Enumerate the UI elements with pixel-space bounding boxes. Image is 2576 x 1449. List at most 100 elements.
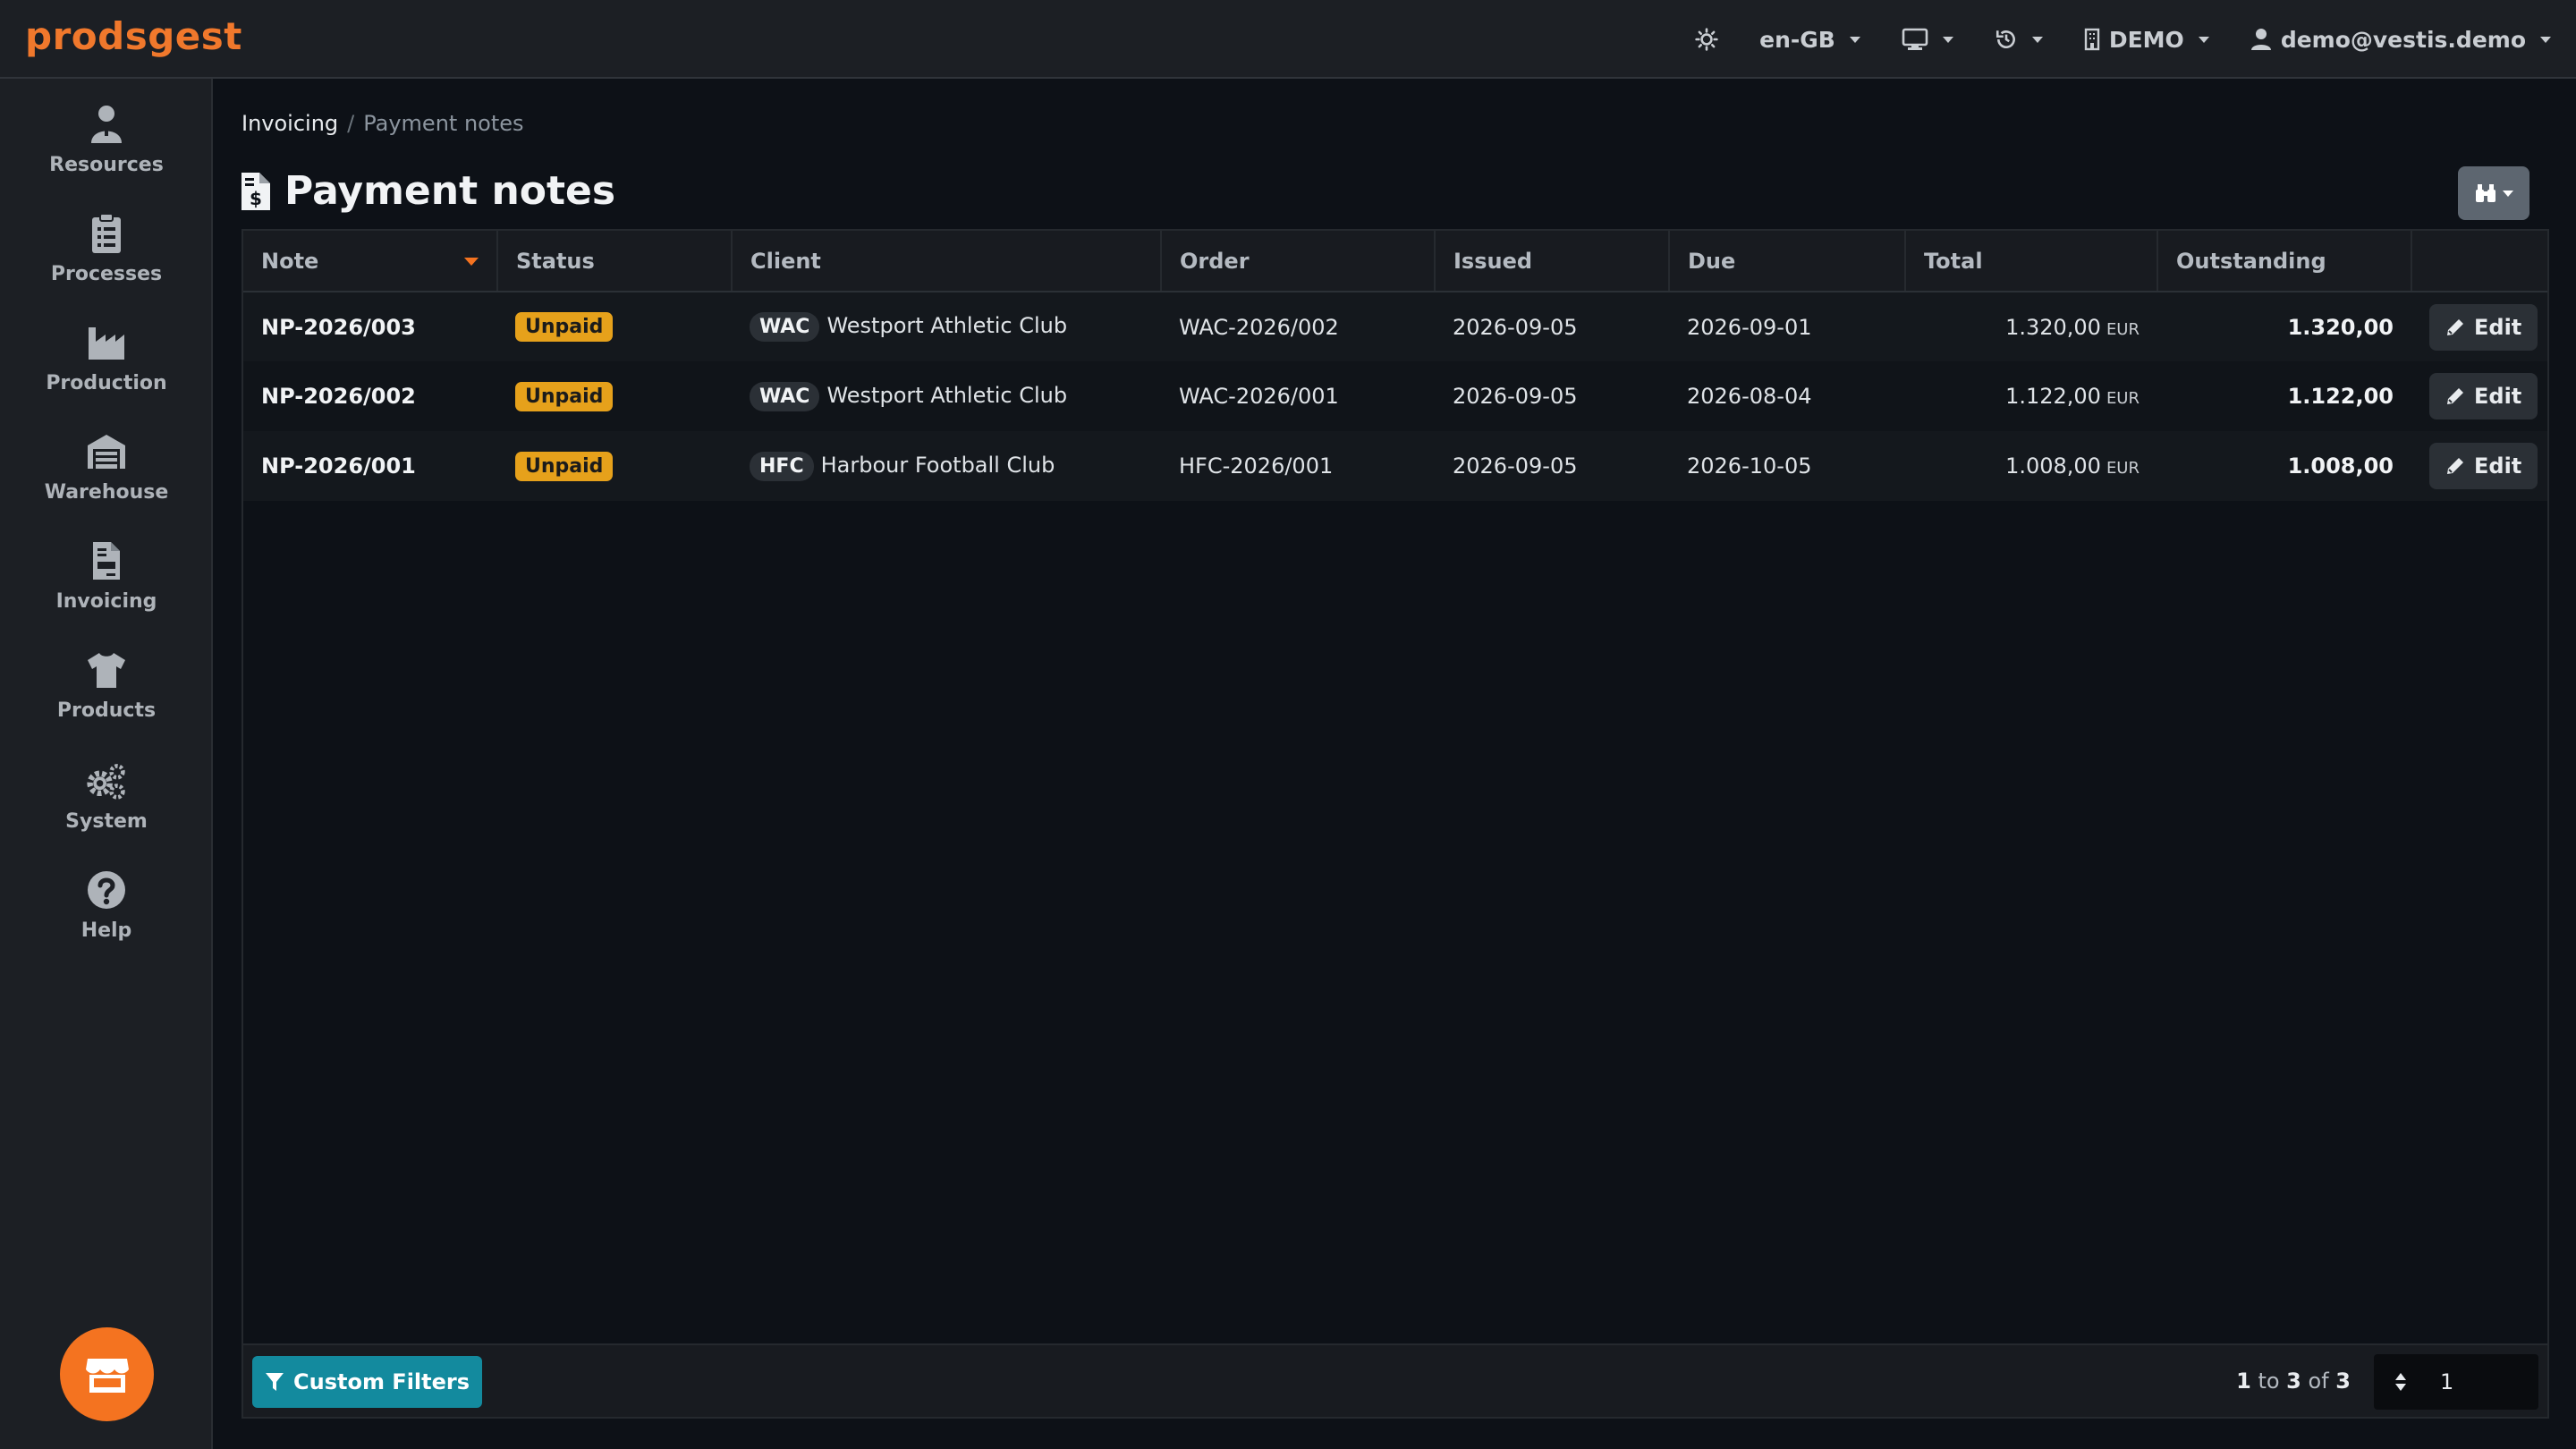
edit-button-label: Edit <box>2474 314 2522 340</box>
clipboard-icon <box>92 213 121 253</box>
outstanding-cell: 1.122,00 <box>2287 384 2394 409</box>
edit-button[interactable]: Edit <box>2429 303 2538 351</box>
theme-toggle[interactable] <box>1695 28 1718 51</box>
actions-cell: Edit <box>2411 361 2547 431</box>
column-header-note[interactable]: Note <box>243 231 498 292</box>
range-total: 3 <box>2335 1368 2351 1394</box>
client-code-chip: HFC <box>750 451 814 481</box>
top-nav-menu: en-GB DEMO demo@vestis.demo <box>1695 0 2551 79</box>
chevron-down-icon <box>2503 190 2513 197</box>
pencil-icon <box>2447 458 2463 474</box>
table-row[interactable]: NP-2026/002 Unpaid WAC Westport Athletic … <box>243 361 2547 431</box>
table-row[interactable]: NP-2026/001 Unpaid HFC Harbour Football C… <box>243 431 2547 501</box>
history-dropdown[interactable] <box>1995 28 2043 51</box>
user-label: demo@vestis.demo <box>2280 26 2526 53</box>
order-cell: HFC-2026/001 <box>1179 453 1334 479</box>
due-cell: 2026-09-01 <box>1687 314 1812 340</box>
pagination-info: 1 to 3 of 3 <box>2236 1368 2351 1394</box>
total-cell: 1.122,00 EUR <box>1905 361 2157 431</box>
search-options-button[interactable] <box>2458 166 2529 220</box>
issued-cell: 2026-09-05 <box>1453 384 1578 409</box>
company-dropdown[interactable]: DEMO <box>2084 27 2209 53</box>
sidebar-item-label: Help <box>80 919 132 942</box>
breadcrumb-link-invoicing[interactable]: Invoicing <box>242 111 338 136</box>
language-dropdown[interactable]: en-GB <box>1759 27 1860 53</box>
column-header-due[interactable]: Due <box>1669 231 1906 292</box>
range-to-word: to <box>2258 1368 2280 1394</box>
column-header-total[interactable]: Total <box>1905 231 2158 292</box>
breadcrumb-separator: / <box>347 111 355 136</box>
sort-stepper-icon[interactable] <box>2374 1371 2428 1393</box>
column-header-order[interactable]: Order <box>1161 231 1436 292</box>
pencil-icon <box>2447 388 2463 404</box>
sun-icon <box>1695 28 1718 51</box>
chevron-down-icon <box>1942 36 1953 43</box>
sidebar-item-label: Warehouse <box>44 481 169 504</box>
sidebar-item-production[interactable]: Production <box>0 322 213 420</box>
page-number-input[interactable]: 1 <box>2374 1354 2538 1410</box>
breadcrumb-current: Payment notes <box>363 111 524 136</box>
top-navbar: prodsgest en-GB DEMO demo@vestis.demo <box>0 0 2576 79</box>
status-cell: Unpaid <box>497 361 732 431</box>
column-header-status[interactable]: Status <box>497 231 733 292</box>
sidebar-item-system[interactable]: System <box>0 760 213 859</box>
range-to: 3 <box>2286 1368 2301 1394</box>
status-badge: Unpaid <box>515 451 614 481</box>
client-name: Harbour Football Club <box>820 452 1055 478</box>
sidebar-item-label: Invoicing <box>55 590 157 613</box>
total-amount: 1.008,00 <box>2005 453 2101 479</box>
payment-notes-panel: Note Status Client Order Issued Due Tota… <box>242 229 2549 1419</box>
chevron-down-icon <box>2198 36 2209 43</box>
sort-desc-icon <box>464 258 479 266</box>
status-badge: Unpaid <box>515 381 614 411</box>
edit-button[interactable]: Edit <box>2429 373 2538 419</box>
display-dropdown[interactable] <box>1902 28 1953 51</box>
issued-cell: 2026-09-05 <box>1453 314 1578 340</box>
total-amount: 1.320,00 <box>2005 314 2101 340</box>
sidebar-item-label: System <box>65 810 148 833</box>
column-header-client[interactable]: Client <box>732 231 1162 292</box>
sidebar-item-help[interactable]: Help <box>0 869 213 968</box>
custom-filters-button[interactable]: Custom Filters <box>252 1356 483 1408</box>
main-content: Invoicing / Payment notes $ Payment notes <box>213 79 2576 1449</box>
actions-cell: Edit <box>2411 431 2547 501</box>
note-cell[interactable]: NP-2026/003 <box>243 292 497 361</box>
sidebar-item-warehouse[interactable]: Warehouse <box>0 431 213 530</box>
due-cell: 2026-10-05 <box>1687 453 1812 479</box>
payment-notes-table: Note Status Client Order Issued Due Tota… <box>243 231 2547 501</box>
sidebar-item-invoicing[interactable]: Invoicing <box>0 540 213 639</box>
sidebar: Resources Processes Production Warehouse <box>0 79 213 1449</box>
total-cell: 1.320,00 EUR <box>1905 292 2157 361</box>
brand-logo[interactable]: prodsgest <box>25 14 242 58</box>
store-fab-button[interactable] <box>60 1327 154 1421</box>
edit-button-label: Edit <box>2474 384 2522 409</box>
status-cell: Unpaid <box>497 292 732 361</box>
sidebar-item-resources[interactable]: Resources <box>0 104 213 202</box>
total-cell: 1.008,00 EUR <box>1905 431 2157 501</box>
table-footer: Custom Filters 1 to 3 of 3 1 <box>243 1343 2547 1417</box>
table-header-row: Note Status Client Order Issued Due Tota… <box>243 231 2547 292</box>
table-row[interactable]: NP-2026/003 Unpaid WAC Westport Athletic … <box>243 292 2547 361</box>
range-of-word: of <box>2308 1368 2329 1394</box>
sidebar-item-products[interactable]: Products <box>0 649 213 748</box>
column-header-outstanding[interactable]: Outstanding <box>2157 231 2412 292</box>
binoculars-icon <box>2476 184 2496 202</box>
client-code-chip: WAC <box>750 381 820 411</box>
invoice-dollar-icon: $ <box>242 172 270 210</box>
sidebar-item-label: Resources <box>49 154 164 176</box>
range-from: 1 <box>2236 1368 2251 1394</box>
note-cell[interactable]: NP-2026/002 <box>243 361 497 431</box>
edit-button[interactable]: Edit <box>2429 443 2538 489</box>
user-dropdown[interactable]: demo@vestis.demo <box>2250 27 2551 53</box>
company-label: DEMO <box>2108 26 2184 53</box>
actions-cell: Edit <box>2411 292 2547 361</box>
status-cell: Unpaid <box>497 431 732 501</box>
column-header-issued[interactable]: Issued <box>1435 231 1670 292</box>
note-cell[interactable]: NP-2026/001 <box>243 431 497 501</box>
factory-icon <box>89 327 124 360</box>
sidebar-item-processes[interactable]: Processes <box>0 213 213 311</box>
due-cell: 2026-08-04 <box>1687 384 1812 409</box>
status-badge: Unpaid <box>515 312 614 342</box>
svg-text:$: $ <box>250 188 262 209</box>
warehouse-icon <box>88 435 125 469</box>
